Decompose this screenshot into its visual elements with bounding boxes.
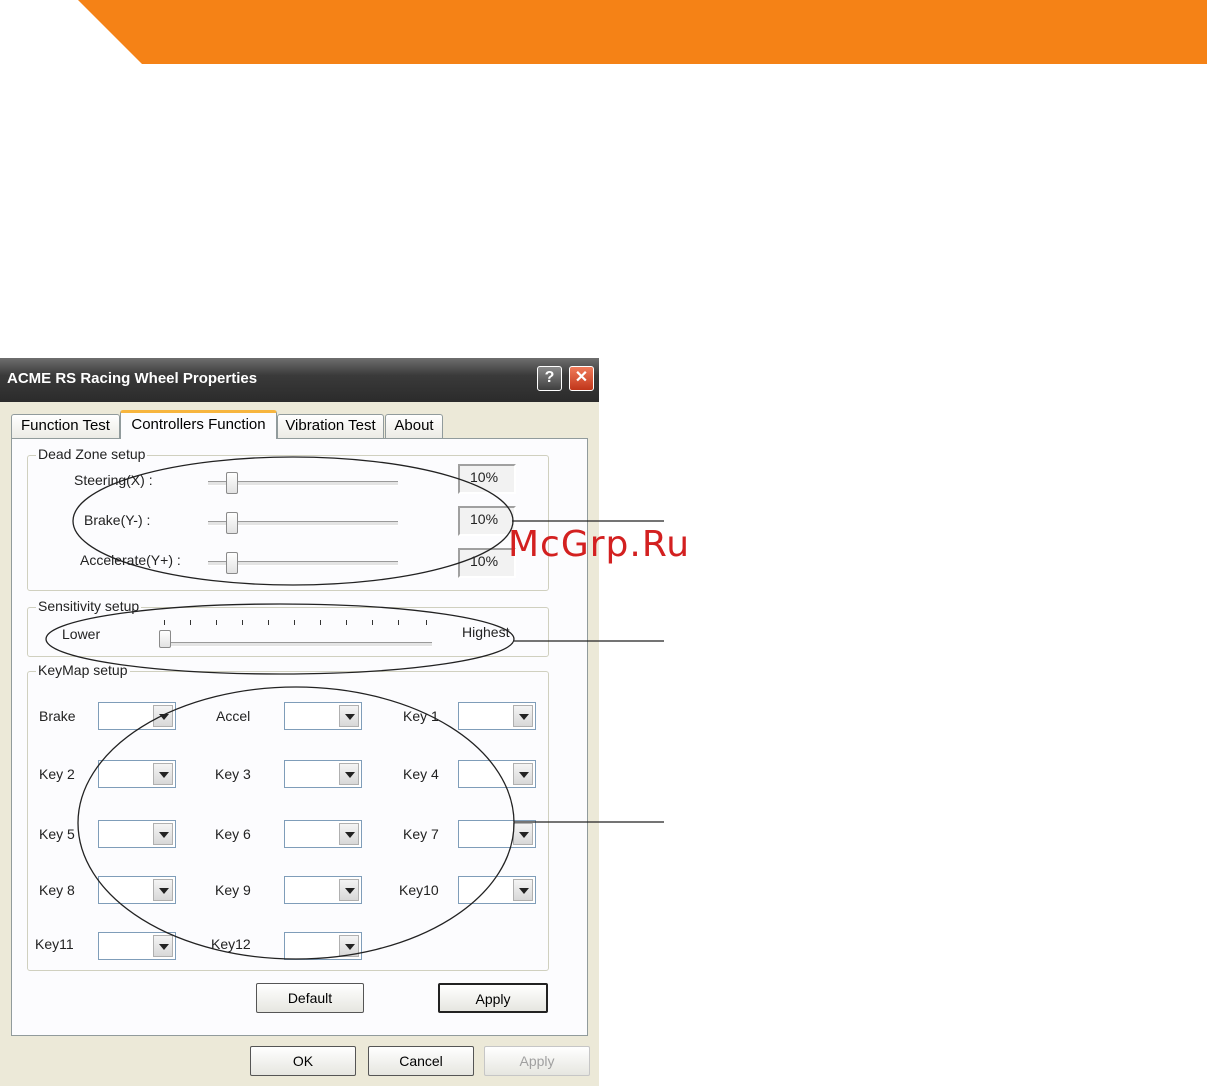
help-button[interactable]: ? (537, 366, 562, 391)
chevron-down-icon[interactable] (153, 705, 173, 727)
key11-combo[interactable] (98, 932, 176, 960)
chevron-down-icon[interactable] (339, 823, 359, 845)
chevron-down-icon[interactable] (339, 935, 359, 957)
sensitivity-title: Sensitivity setup (36, 598, 142, 614)
keymap-label: Key10 (399, 882, 439, 898)
close-icon: ✕ (574, 369, 589, 386)
keymap-label: Accel (216, 708, 251, 724)
tick (294, 620, 295, 625)
keymap-label: Key 8 (39, 882, 75, 898)
chevron-down-icon[interactable] (513, 879, 533, 901)
accelerate-label: Accelerate(Y+) : (80, 552, 181, 568)
sensitivity-group: Sensitivity setup Lower Highest (27, 598, 549, 657)
tick (346, 620, 347, 625)
chevron-down-icon[interactable] (153, 935, 173, 957)
tick (268, 620, 269, 625)
brake-combo[interactable] (98, 702, 176, 730)
tick (164, 620, 165, 625)
accel-combo[interactable] (284, 702, 362, 730)
footer-apply-button: Apply (484, 1046, 590, 1076)
sensitivity-slider-thumb[interactable] (159, 630, 171, 648)
tick (320, 620, 321, 625)
keymap-label: Brake (39, 708, 76, 724)
keymap-label: Key 7 (403, 826, 439, 842)
chevron-down-icon[interactable] (513, 823, 533, 845)
sensitivity-lower-label: Lower (62, 626, 101, 642)
key3-combo[interactable] (284, 760, 362, 788)
chevron-down-icon[interactable] (513, 763, 533, 785)
cancel-button[interactable]: Cancel (368, 1046, 474, 1076)
properties-dialog: ACME RS Racing Wheel Properties ? ✕ Func… (0, 358, 599, 1086)
tick (426, 620, 427, 625)
keymap-group: KeyMap setup Brake Accel Key 1 Key 2 Key… (27, 662, 549, 971)
tab-vibration-test[interactable]: Vibration Test (277, 414, 384, 438)
tick (372, 620, 373, 625)
chevron-down-icon[interactable] (153, 823, 173, 845)
close-button[interactable]: ✕ (569, 366, 594, 391)
panel-apply-button[interactable]: Apply (438, 983, 548, 1013)
key10-combo[interactable] (458, 876, 536, 904)
key8-combo[interactable] (98, 876, 176, 904)
keymap-label: Key 3 (215, 766, 251, 782)
key4-combo[interactable] (458, 760, 536, 788)
steering-label: Steering(X) : (74, 472, 153, 488)
keymap-label: Key 4 (403, 766, 439, 782)
steering-value: 10% (458, 464, 516, 494)
keymap-label: Key11 (35, 936, 74, 952)
tick (398, 620, 399, 625)
sensitivity-slider-track[interactable] (164, 642, 432, 647)
brake-slider-thumb[interactable] (226, 512, 238, 534)
key7-combo[interactable] (458, 820, 536, 848)
keymap-title: KeyMap setup (36, 662, 130, 678)
chevron-down-icon[interactable] (339, 705, 359, 727)
key9-combo[interactable] (284, 876, 362, 904)
key2-combo[interactable] (98, 760, 176, 788)
chevron-down-icon[interactable] (339, 879, 359, 901)
key5-combo[interactable] (98, 820, 176, 848)
keymap-label: Key12 (211, 936, 251, 952)
title-bar[interactable]: ACME RS Racing Wheel Properties ? ✕ (0, 358, 599, 402)
ok-button[interactable]: OK (250, 1046, 356, 1076)
tick (190, 620, 191, 625)
dead-zone-title: Dead Zone setup (36, 446, 148, 462)
keymap-label: Key 2 (39, 766, 75, 782)
tab-about[interactable]: About (385, 414, 443, 438)
orange-banner (78, 0, 1207, 64)
keymap-label: Key 5 (39, 826, 75, 842)
key1-combo[interactable] (458, 702, 536, 730)
key6-combo[interactable] (284, 820, 362, 848)
keymap-label: Key 9 (215, 882, 251, 898)
keymap-label: Key 6 (215, 826, 251, 842)
key12-combo[interactable] (284, 932, 362, 960)
chevron-down-icon[interactable] (339, 763, 359, 785)
chevron-down-icon[interactable] (513, 705, 533, 727)
controllers-function-panel: Dead Zone setup Steering(X) : 10% Brake(… (11, 438, 588, 1036)
brake-label: Brake(Y-) : (84, 512, 151, 528)
tick (216, 620, 217, 625)
tab-function-test[interactable]: Function Test (11, 414, 120, 438)
steering-slider-thumb[interactable] (226, 472, 238, 494)
accelerate-slider-thumb[interactable] (226, 552, 238, 574)
dialog-title: ACME RS Racing Wheel Properties (7, 370, 258, 387)
default-button[interactable]: Default (256, 983, 364, 1013)
dead-zone-group: Dead Zone setup Steering(X) : 10% Brake(… (27, 446, 549, 591)
help-icon: ? (544, 369, 555, 386)
tick (242, 620, 243, 625)
keymap-label: Key 1 (403, 708, 439, 724)
tab-controllers-function[interactable]: Controllers Function (120, 410, 277, 439)
watermark-text: McGrp.Ru (508, 524, 691, 565)
chevron-down-icon[interactable] (153, 763, 173, 785)
sensitivity-highest-label: Highest (462, 624, 510, 640)
chevron-down-icon[interactable] (153, 879, 173, 901)
